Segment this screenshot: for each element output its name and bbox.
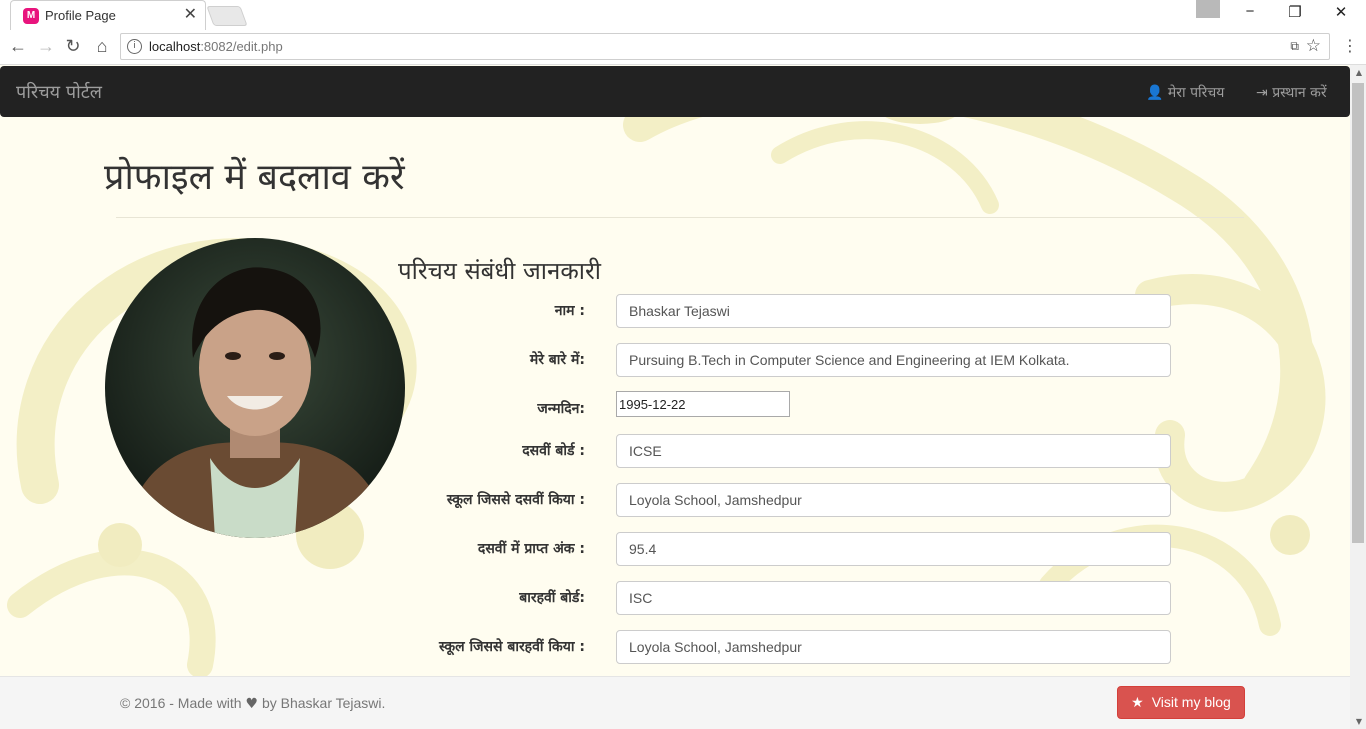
- page-viewport: परिचय पोर्टल 👤 मेरा परिचय ⇥ प्रस्थान करे…: [0, 65, 1366, 729]
- scroll-thumb[interactable]: [1352, 83, 1364, 543]
- marks10-label: दसवीं में प्राप्त अंक :: [477, 541, 585, 557]
- board12-input[interactable]: [616, 581, 1171, 615]
- dob-label: जन्मदिन:: [537, 401, 585, 417]
- reload-icon[interactable]: ↻: [62, 36, 84, 57]
- home-icon[interactable]: ⌂: [91, 36, 113, 57]
- top-navbar: परिचय पोर्टल 👤 मेरा परिचय ⇥ प्रस्थान करे…: [0, 66, 1350, 117]
- about-input[interactable]: [616, 343, 1171, 377]
- url-text: localhost:8082/edit.php: [149, 39, 283, 54]
- close-window-button[interactable]: ✕: [1326, 3, 1356, 21]
- user-icon: 👤: [1146, 85, 1164, 101]
- board10-label: दसवीं बोर्ड :: [522, 443, 585, 459]
- section-title: परिचय संबंधी जानकारी: [398, 257, 602, 285]
- profile-icon[interactable]: [1196, 0, 1220, 18]
- minimize-button[interactable]: −: [1235, 3, 1265, 20]
- browser-tab[interactable]: M Profile Page ✕: [10, 0, 206, 30]
- new-tab-button[interactable]: [206, 6, 248, 26]
- profile-avatar: [105, 238, 405, 538]
- board12-label: बारहवीं बोर्ड:: [519, 590, 585, 606]
- star-icon: ★: [1131, 695, 1144, 711]
- scroll-up-icon[interactable]: ▲: [1356, 68, 1362, 77]
- tab-close-icon[interactable]: ✕: [184, 7, 197, 23]
- board10-input[interactable]: [616, 434, 1171, 468]
- visit-blog-button[interactable]: ★ Visit my blog: [1117, 686, 1245, 719]
- title-divider: [116, 217, 1244, 218]
- school10-label: स्कूल जिससे दसवीं किया :: [446, 492, 585, 508]
- url-input[interactable]: i localhost:8082/edit.php ⧉ ☆: [120, 33, 1330, 60]
- address-bar: ← → ↻ ⌂ i localhost:8082/edit.php ⧉ ☆ ⋮: [0, 30, 1366, 65]
- brand-link[interactable]: परिचय पोर्टल: [16, 80, 102, 104]
- favicon-icon: M: [23, 8, 39, 24]
- back-icon[interactable]: ←: [7, 36, 29, 57]
- page-title: प्रोफाइल में बदलाव करें: [104, 157, 405, 198]
- about-label: मेरे बारे में:: [529, 352, 585, 368]
- footer: © 2016 - Made with ♥ by Bhaskar Tejaswi.…: [0, 676, 1350, 729]
- school10-input[interactable]: [616, 483, 1171, 517]
- info-icon[interactable]: i: [127, 39, 142, 54]
- footer-text: © 2016 - Made with ♥ by Bhaskar Tejaswi.: [120, 695, 386, 712]
- name-label: नाम :: [554, 303, 585, 319]
- logout-icon: ⇥: [1256, 85, 1268, 101]
- logout-link[interactable]: ⇥ प्रस्थान करें: [1256, 83, 1327, 102]
- dob-input[interactable]: [616, 391, 790, 417]
- name-input[interactable]: [616, 294, 1171, 328]
- menu-icon[interactable]: ⋮: [1342, 36, 1358, 55]
- heart-icon: ♥: [245, 696, 259, 712]
- marks10-input[interactable]: [616, 532, 1171, 566]
- scroll-down-icon[interactable]: ▼: [1356, 717, 1362, 726]
- forward-icon[interactable]: →: [35, 36, 57, 57]
- translate-icon[interactable]: ⧉: [1290, 39, 1299, 54]
- bookmark-star-icon[interactable]: ☆: [1306, 36, 1321, 56]
- my-profile-link[interactable]: 👤 मेरा परिचय: [1146, 83, 1224, 102]
- tab-title: Profile Page: [45, 8, 116, 23]
- school12-label: स्कूल जिससे बारहवीं किया :: [438, 639, 585, 655]
- page-scrollbar[interactable]: ▲ ▼: [1350, 65, 1366, 729]
- restore-button[interactable]: ❐: [1280, 3, 1310, 21]
- tab-strip: M Profile Page ✕ − ❐ ✕: [0, 0, 1366, 30]
- school12-input[interactable]: [616, 630, 1171, 664]
